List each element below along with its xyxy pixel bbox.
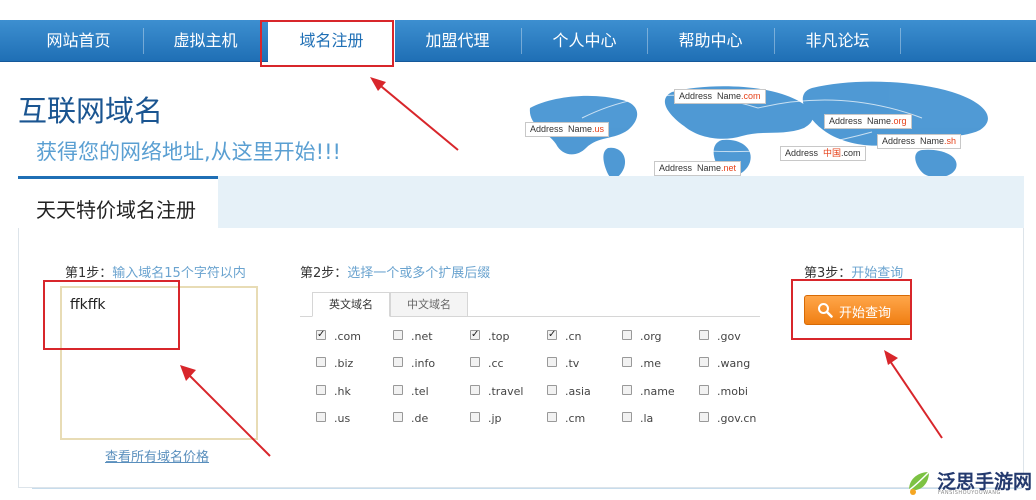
extension-label: .com [334,330,361,343]
checkbox[interactable] [622,385,632,395]
extension-label: .tel [411,385,429,398]
map-tag: Address Name.org [824,114,912,129]
checkbox[interactable] [470,327,480,343]
annotation-arrow [180,365,271,457]
checkbox[interactable] [316,357,326,367]
extension-label: .de [411,412,429,425]
checkbox[interactable] [699,412,709,422]
extension-label: .la [640,412,654,425]
main-nav: 网站首页 虚拟主机 域名注册 加盟代理 个人中心 帮助中心 非凡论坛 [0,20,1036,62]
step2-label: 第2步：选择一个或多个扩展后缀 [300,266,491,281]
extension-label: .cm [565,412,586,425]
extension-label: .wang [717,357,751,370]
map-tag: Address Name.sh [877,134,962,149]
nav-item-domain-register[interactable]: 域名注册 [268,20,395,62]
checkbox[interactable] [470,412,480,422]
divider [32,488,1022,489]
extension-label: .jp [488,412,502,425]
extension-label: .cn [565,330,582,343]
extension-label: .mobi [717,385,748,398]
nav-item-virtual-host[interactable]: 虚拟主机 [142,20,269,62]
search-icon [818,303,833,318]
extension-label: .name [640,385,675,398]
checkbox[interactable] [393,412,403,422]
top-strip [0,0,1036,20]
nav-item-user-center[interactable]: 个人中心 [521,20,648,62]
checkbox[interactable] [699,330,709,340]
map-tag: Address Name.us [525,122,610,137]
leaf-logo-icon [908,471,930,495]
checkbox[interactable] [622,330,632,340]
checkbox[interactable] [622,357,632,367]
nav-separator [900,28,901,54]
checkbox[interactable] [316,412,326,422]
site-watermark: 泛思手游网 FANSISHOUYOUWANG [905,466,1033,498]
domain-input-value: ffkffk [70,297,106,313]
map-tag: Address 中国.com [780,146,866,161]
checkbox[interactable] [470,385,480,395]
nav-item-home[interactable]: 网站首页 [15,20,142,62]
annotation-arrow [884,350,943,439]
watermark-subtitle: FANSISHOUYOUWANG [938,490,1001,496]
step3-label: 第3步：开始查询 [804,266,904,281]
start-search-button[interactable]: 开始查询 [804,295,912,325]
checkbox[interactable] [547,357,557,367]
extension-label: .us [334,412,351,425]
extension-label: .gov.cn [717,412,757,425]
extension-label: .asia [565,385,591,398]
start-search-label: 开始查询 [839,306,892,321]
page-title: 互联网域名 [18,94,164,128]
nav-item-help-center[interactable]: 帮助中心 [647,20,774,62]
checkbox[interactable] [547,385,557,395]
extension-label: .tv [565,357,580,370]
panel-tab-daily-special[interactable]: 天天特价域名注册 [18,176,218,228]
extension-label: .gov [717,330,741,343]
nav-item-agent[interactable]: 加盟代理 [394,20,521,62]
checkbox[interactable] [547,412,557,422]
tab-chinese-domain[interactable]: 中文域名 [390,292,468,317]
extension-label: .me [640,357,661,370]
checkbox[interactable] [316,327,326,343]
checkbox[interactable] [316,385,326,395]
checkbox[interactable] [547,327,557,343]
checkbox[interactable] [393,330,403,340]
extension-label: .org [640,330,662,343]
checkbox[interactable] [622,412,632,422]
annotation-arrow [370,77,459,151]
checkbox[interactable] [699,357,709,367]
panel-tab-label: 天天特价域名注册 [36,198,196,222]
checkbox[interactable] [393,357,403,367]
extension-label: .cc [488,357,504,370]
extension-label: .biz [334,357,354,370]
nav-item-forum[interactable]: 非凡论坛 [774,20,901,62]
extension-label: .info [411,357,436,370]
tab-english-domain[interactable]: 英文域名 [312,292,390,317]
map-tag: Address Name.net [654,161,742,176]
map-tag: Address Name.com [674,89,766,104]
page-subtitle: 获得您的网络地址,从这里开始!!! [36,140,341,164]
extension-label: .travel [488,385,524,398]
extension-label: .net [411,330,433,343]
checkbox[interactable] [699,385,709,395]
checkbox[interactable] [393,385,403,395]
panel-header-bar [218,176,1024,228]
extension-label: .hk [334,385,351,398]
checkbox[interactable] [470,357,480,367]
step1-label: 第1步：输入域名15个字符以内 [65,266,246,281]
world-map-illustration: Address Name.com Address Name.us Address Na… [522,78,1000,182]
extension-label: .top [488,330,510,343]
